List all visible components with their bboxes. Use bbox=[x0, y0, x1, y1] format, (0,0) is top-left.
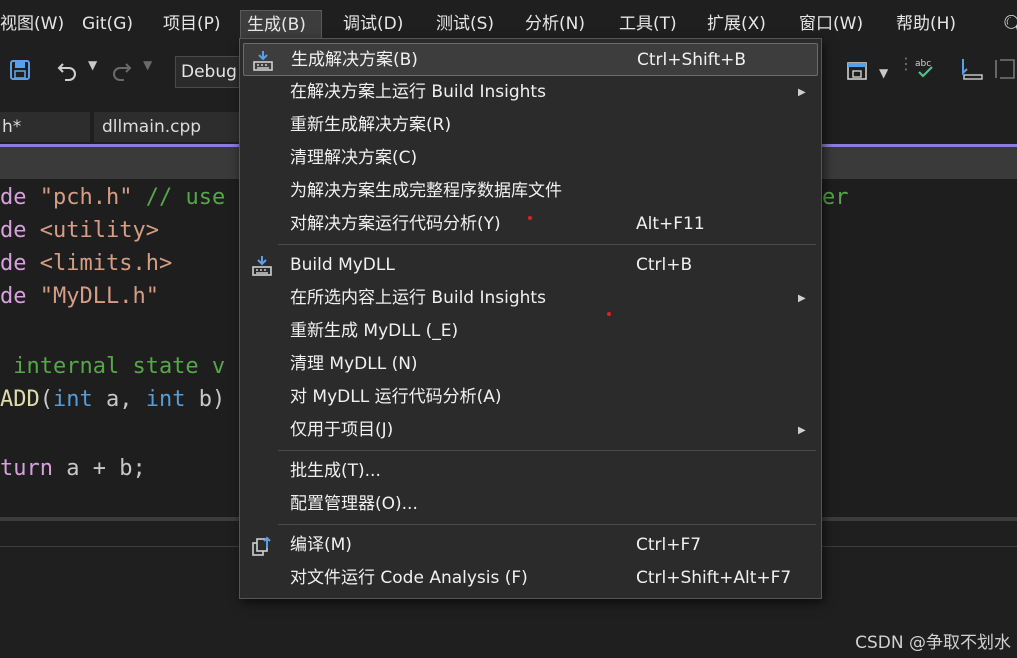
menu-item-project-only[interactable]: 仅用于项目(J) ▶ bbox=[243, 414, 818, 447]
solution-config-select[interactable]: Debug bbox=[175, 56, 245, 88]
menu-item-generate-pdb[interactable]: 为解决方案生成完整程序数据库文件 bbox=[243, 175, 818, 208]
menu-item-rebuild-solution[interactable]: 重新生成解决方案(R) bbox=[243, 109, 818, 142]
menu-item-label: 为解决方案生成完整程序数据库文件 bbox=[290, 181, 562, 201]
code-comment-tail: er bbox=[822, 185, 849, 210]
menu-tools[interactable]: 工具(T) bbox=[619, 10, 677, 38]
menu-item-batch-build[interactable]: 批生成(T)... bbox=[243, 455, 818, 488]
menu-item-build-project[interactable]: Build MyDLL Ctrl+B bbox=[243, 249, 818, 282]
submenu-arrow-icon: ▶ bbox=[798, 425, 806, 436]
menu-item-clean-project[interactable]: 清理 MyDLL (N) bbox=[243, 348, 818, 381]
build-solution-icon bbox=[253, 51, 273, 71]
menu-separator bbox=[278, 524, 816, 525]
menu-item-label: 对文件运行 Code Analysis (F) bbox=[290, 568, 528, 588]
code-line: de "MyDLL.h" bbox=[0, 284, 159, 309]
menu-item-shortcut: Ctrl+Shift+Alt+F7 bbox=[636, 568, 792, 588]
tab-header[interactable]: h* bbox=[0, 112, 90, 142]
menu-item-label: 生成解决方案(B) bbox=[291, 50, 418, 70]
search-icon[interactable]: 🔍︎ bbox=[1002, 13, 1017, 37]
code-line: de <limits.h> bbox=[0, 251, 173, 276]
menu-item-label: 清理 MyDLL (N) bbox=[290, 354, 418, 374]
menu-item-build-solution[interactable]: 生成解决方案(B) Ctrl+Shift+B bbox=[243, 43, 818, 76]
redo-icon[interactable] bbox=[110, 58, 134, 82]
menu-item-label: 在所选内容上运行 Build Insights bbox=[290, 288, 546, 308]
menu-item-code-analysis-solution[interactable]: 对解决方案运行代码分析(Y) Alt+F11 bbox=[243, 208, 818, 241]
comment-icon[interactable] bbox=[992, 56, 1016, 82]
tab-dllmain-label: dllmain.cpp bbox=[102, 117, 202, 137]
menu-analyze[interactable]: 分析(N) bbox=[525, 10, 585, 38]
menu-item-clean-solution[interactable]: 清理解决方案(C) bbox=[243, 142, 818, 175]
menu-item-label: 编译(M) bbox=[290, 535, 352, 555]
code-line: internal state v bbox=[0, 354, 226, 379]
menu-item-label: 重新生成解决方案(R) bbox=[290, 115, 452, 135]
menu-item-label: 清理解决方案(C) bbox=[290, 148, 418, 168]
menu-help[interactable]: 帮助(H) bbox=[896, 10, 956, 38]
menu-item-label: 在解决方案上运行 Build Insights bbox=[290, 82, 546, 102]
submenu-arrow-icon: ▶ bbox=[798, 87, 806, 98]
menu-window[interactable]: 窗口(W) bbox=[799, 10, 863, 38]
menu-view[interactable]: 视图(W) bbox=[0, 10, 64, 38]
menu-item-code-analysis-project[interactable]: 对 MyDLL 运行代码分析(A) bbox=[243, 381, 818, 414]
menu-separator bbox=[278, 244, 816, 245]
menu-item-label: 对 MyDLL 运行代码分析(A) bbox=[290, 387, 502, 407]
undo-icon[interactable] bbox=[55, 58, 79, 82]
tab-dllmain[interactable]: dllmain.cpp bbox=[94, 112, 240, 142]
menu-build[interactable]: 生成(B) bbox=[240, 10, 322, 38]
menu-item-label: 对解决方案运行代码分析(Y) bbox=[290, 214, 501, 234]
format-icon[interactable] bbox=[958, 56, 984, 82]
menu-item-shortcut: Ctrl+F7 bbox=[636, 535, 702, 555]
cursor-marker bbox=[528, 216, 532, 220]
menu-debug[interactable]: 调试(D) bbox=[343, 10, 403, 38]
code-line: ADD(int a, int b) bbox=[0, 387, 226, 412]
menu-item-label: 批生成(T)... bbox=[290, 461, 381, 481]
menu-item-shortcut: Alt+F11 bbox=[636, 214, 705, 234]
code-line: de "pch.h" // use bbox=[0, 185, 226, 210]
menu-item-label: 重新生成 MyDLL (_E) bbox=[290, 321, 459, 341]
menu-item-build-insights-solution[interactable]: 在解决方案上运行 Build Insights ▶ bbox=[243, 76, 818, 109]
menu-item-label: 仅用于项目(J) bbox=[290, 420, 394, 440]
compile-icon bbox=[252, 536, 271, 556]
redo-dropdown-icon[interactable]: ▼ bbox=[143, 58, 152, 72]
save-all-icon[interactable] bbox=[8, 58, 32, 82]
menu-extensions[interactable]: 扩展(X) bbox=[707, 10, 766, 38]
browser-dropdown-icon[interactable]: ▼ bbox=[879, 66, 888, 80]
browser-icon[interactable] bbox=[845, 58, 871, 84]
menu-item-code-analysis-file[interactable]: 对文件运行 Code Analysis (F) Ctrl+Shift+Alt+F… bbox=[243, 562, 818, 595]
tab-header-label: h* bbox=[2, 117, 22, 137]
menu-item-compile[interactable]: 编译(M) Ctrl+F7 bbox=[243, 529, 818, 562]
menu-item-label: 配置管理器(O)... bbox=[290, 494, 418, 514]
menu-separator bbox=[278, 450, 816, 451]
cursor-marker bbox=[607, 312, 611, 316]
watermark: CSDN @争取不划水 bbox=[855, 633, 1011, 653]
menu-item-configuration-manager[interactable]: 配置管理器(O)... bbox=[243, 488, 818, 521]
menu-item-shortcut: Ctrl+B bbox=[636, 255, 693, 275]
menu-git[interactable]: Git(G) bbox=[82, 10, 133, 38]
menu-item-shortcut: Ctrl+Shift+B bbox=[637, 50, 747, 70]
menu-test[interactable]: 测试(S) bbox=[436, 10, 494, 38]
toolbar-grip-icon: ⋮ bbox=[898, 54, 914, 73]
menu-item-build-insights-selection[interactable]: 在所选内容上运行 Build Insights ▶ bbox=[243, 282, 818, 315]
svg-text:abc: abc bbox=[915, 59, 931, 69]
code-line: de <utility> bbox=[0, 218, 159, 243]
build-menu-dropdown: 生成解决方案(B) Ctrl+Shift+B 在解决方案上运行 Build In… bbox=[239, 38, 822, 599]
menu-item-label: Build MyDLL bbox=[290, 255, 395, 275]
menu-project[interactable]: 项目(P) bbox=[163, 10, 221, 38]
build-project-icon bbox=[252, 256, 272, 276]
undo-dropdown-icon[interactable]: ▼ bbox=[88, 58, 97, 72]
submenu-arrow-icon: ▶ bbox=[798, 293, 806, 304]
spell-check-icon[interactable]: abc bbox=[913, 56, 939, 82]
menu-item-rebuild-project[interactable]: 重新生成 MyDLL (_E) bbox=[243, 315, 818, 348]
code-line: turn a + b; bbox=[0, 456, 146, 481]
